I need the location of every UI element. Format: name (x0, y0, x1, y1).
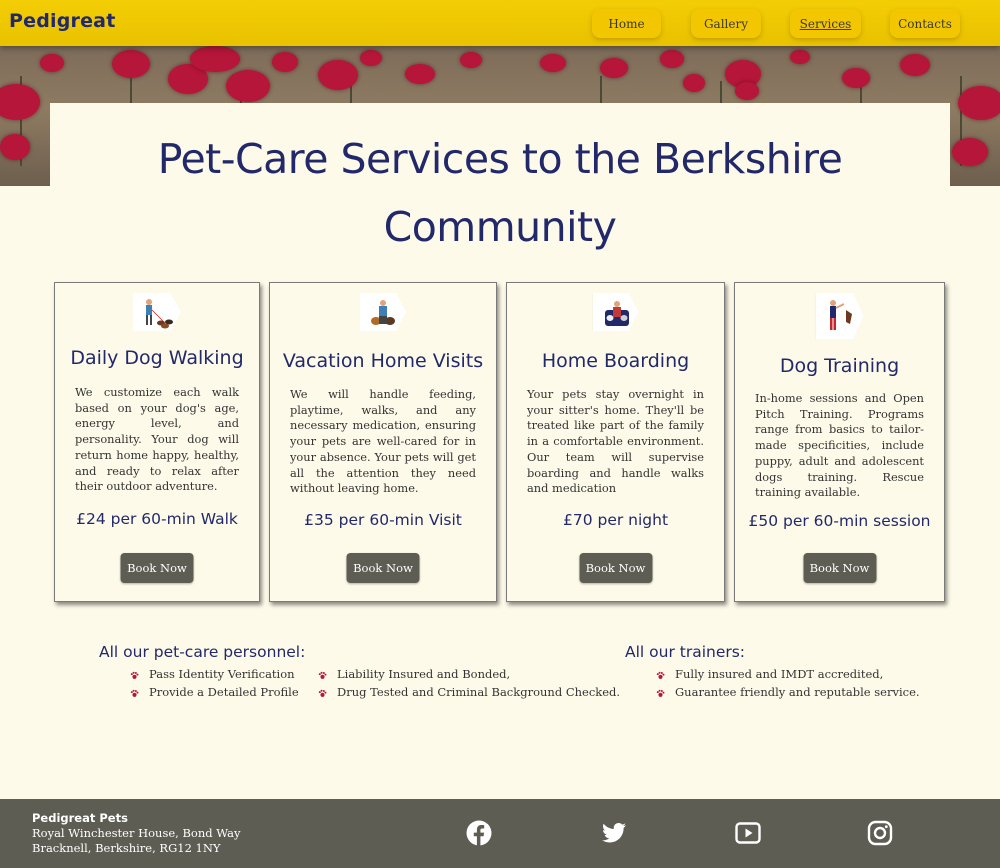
nav-gallery-button[interactable]: Gallery (691, 9, 761, 38)
service-description: Your pets stay overnight in your sitter'… (527, 387, 704, 496)
service-card-dog-training: Dog Training In-home sessions and Open P… (734, 282, 945, 602)
footer-address-line-1: Royal Winchester House, Bond Way (32, 826, 241, 840)
service-price: £70 per night (562, 511, 669, 529)
service-description: We customize each walk based on your dog… (75, 385, 239, 494)
page-title-line-2: Community (383, 203, 617, 251)
paw-bullet-icon (656, 671, 665, 679)
service-card-daily-dog-walking: Daily Dog Walking We customize each walk… (54, 282, 260, 602)
service-price: £35 per 60-min Visit (304, 511, 462, 529)
service-description: We will handle feeding, playtime, walks,… (290, 387, 476, 496)
service-title: Daily Dog Walking (70, 347, 244, 369)
book-now-button[interactable]: Book Now (803, 553, 876, 583)
personnel-item: Pass Identity Verification (149, 667, 295, 681)
page-title: Pet-Care Services to the Berkshire Commu… (50, 125, 950, 261)
title-card: Pet-Care Services to the Berkshire Commu… (50, 103, 950, 263)
service-title: Vacation Home Visits (282, 350, 484, 372)
nav-services-label: Services (799, 16, 852, 31)
personnel-item: Liability Insured and Bonded, (337, 667, 511, 681)
trainers-item: Fully insured and IMDT accredited, (675, 667, 884, 681)
dog-trainer-icon (815, 293, 864, 339)
personnel-item: Drug Tested and Criminal Background Chec… (337, 685, 621, 699)
service-description: In-home sessions and Open Pitch Training… (755, 391, 924, 500)
paw-bullet-icon (318, 671, 327, 679)
page-title-line-1: Pet-Care Services to the Berkshire (157, 135, 843, 183)
nav-gallery-label: Gallery (703, 16, 749, 31)
service-card-vacation-home-visits: Vacation Home Visits We will handle feed… (269, 282, 497, 602)
service-title: Dog Training (779, 355, 900, 377)
twitter-icon[interactable] (601, 820, 627, 846)
facebook-icon[interactable] (466, 820, 492, 846)
nav-home-label: Home (608, 16, 645, 31)
pet-sitter-icon (360, 293, 406, 331)
nav-contacts-label: Contacts (898, 16, 952, 31)
personnel-heading: All our pet-care personnel: (99, 643, 306, 661)
footer: Pedigreat Pets Royal Winchester House, B… (0, 799, 1000, 868)
dog-walker-icon (133, 293, 181, 331)
service-price: £24 per 60-min Walk (76, 510, 238, 528)
book-now-button[interactable]: Book Now (120, 553, 194, 583)
nav-services-button[interactable]: Services (790, 9, 861, 38)
paw-bullet-icon (318, 689, 327, 697)
trainers-item: Guarantee friendly and reputable service… (675, 685, 920, 699)
nav-contacts-button[interactable]: Contacts (890, 9, 960, 38)
footer-company-name: Pedigreat Pets (32, 811, 128, 825)
trainers-heading: All our trainers: (625, 643, 746, 661)
footer-address-line-2: Bracknell, Berkshire, RG12 1NY (32, 841, 221, 855)
service-price: £50 per 60-min session (748, 512, 931, 530)
paw-bullet-icon (130, 689, 139, 697)
book-now-button[interactable]: Book Now (579, 553, 652, 583)
top-navbar: Pedigreat Home Gallery Services Contacts (0, 0, 1000, 46)
paw-bullet-icon (656, 689, 665, 697)
instagram-icon[interactable] (867, 820, 893, 846)
service-card-home-boarding: Home Boarding Your pets stay overnight i… (506, 282, 725, 602)
nav-home-button[interactable]: Home (592, 9, 661, 38)
paw-bullet-icon (130, 671, 139, 679)
book-now-button[interactable]: Book Now (346, 553, 420, 583)
youtube-icon[interactable] (735, 820, 761, 846)
personnel-item: Provide a Detailed Profile (149, 685, 299, 699)
brand-logo[interactable]: Pedigreat (9, 10, 116, 32)
home-boarding-icon (592, 293, 639, 331)
service-title: Home Boarding (541, 350, 690, 372)
